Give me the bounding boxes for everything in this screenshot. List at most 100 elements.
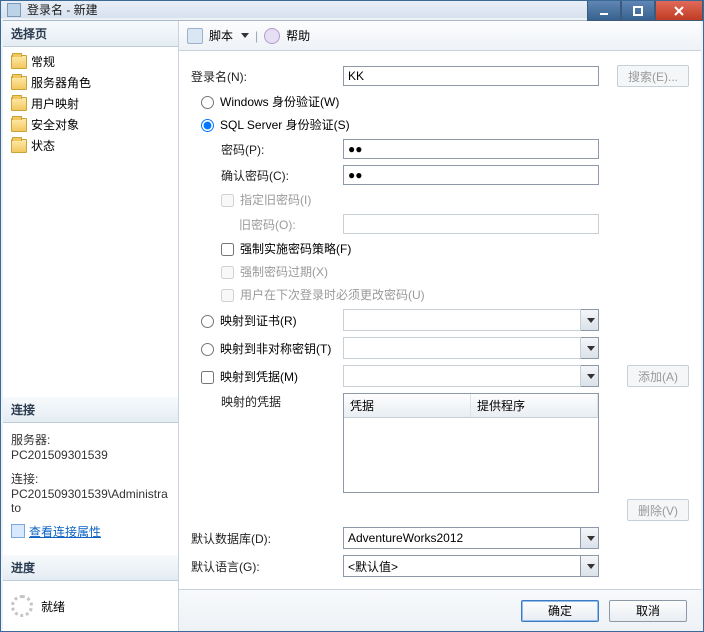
connection-value: PC201509301539\Administrato xyxy=(11,487,170,515)
map-cred-checkbox[interactable]: 映射到凭据(M) xyxy=(201,368,343,385)
minimize-button[interactable] xyxy=(587,1,621,21)
dialog-footer: 确定 取消 xyxy=(179,589,701,631)
main-pane: 脚本 | 帮助 登录名(N): 搜索(E)... Windows 身份验证(W)… xyxy=(179,21,701,631)
map-cert-label: 映射到证书(R) xyxy=(220,314,297,328)
chevron-down-icon[interactable] xyxy=(581,527,599,549)
grid-col-credential: 凭据 xyxy=(344,394,471,417)
close-button[interactable] xyxy=(655,1,703,21)
mapped-creds-label: 映射的凭据 xyxy=(191,393,343,410)
sidebar-item-user-mapping[interactable]: 用户映射 xyxy=(5,93,176,114)
sql-auth-label: SQL Server 身份验证(S) xyxy=(220,118,350,132)
toolbar: 脚本 | 帮助 xyxy=(179,21,701,51)
default-lang-combo[interactable] xyxy=(343,555,599,577)
progress-spinner-icon xyxy=(11,595,33,617)
window-body: 选择页 常规 服务器角色 用户映射 安全对象 状态 连接 服务器: PC2015… xyxy=(3,20,701,631)
map-cred-combo[interactable] xyxy=(343,365,599,387)
chevron-down-icon[interactable] xyxy=(581,337,599,359)
confirm-password-input[interactable] xyxy=(343,165,599,185)
add-button: 添加(A) xyxy=(627,365,689,387)
connection-header: 连接 xyxy=(3,397,178,423)
sidebar-item-status[interactable]: 状态 xyxy=(5,135,176,156)
sidebar-item-label: 常规 xyxy=(31,53,55,70)
form-area: 登录名(N): 搜索(E)... Windows 身份验证(W) SQL Ser… xyxy=(179,51,701,589)
page-icon xyxy=(11,118,27,132)
default-lang-value[interactable] xyxy=(343,555,581,577)
map-asym-label: 映射到非对称密钥(T) xyxy=(220,342,331,356)
script-button[interactable]: 脚本 xyxy=(209,27,233,44)
server-label: 服务器: xyxy=(11,431,170,448)
map-cert-combo-input xyxy=(343,309,581,331)
sidebar-item-general[interactable]: 常规 xyxy=(5,51,176,72)
default-db-combo[interactable] xyxy=(343,527,599,549)
titlebar[interactable]: 登录名 - 新建 xyxy=(1,1,703,18)
enforce-policy-label: 强制实施密码策略(F) xyxy=(240,242,351,256)
mapped-creds-grid[interactable]: 凭据 提供程序 xyxy=(343,393,599,493)
progress-status: 就绪 xyxy=(41,598,65,615)
page-icon xyxy=(11,76,27,90)
map-asym-combo-input xyxy=(343,337,581,359)
must-change-label: 用户在下次登录时必须更改密码(U) xyxy=(240,288,425,302)
link-text: 查看连接属性 xyxy=(29,523,101,540)
old-password-label: 旧密码(O): xyxy=(191,216,343,233)
properties-icon xyxy=(11,524,25,538)
sidebar-item-label: 服务器角色 xyxy=(31,74,91,91)
search-button[interactable]: 搜索(E)... xyxy=(617,65,689,87)
help-button[interactable]: 帮助 xyxy=(286,27,310,44)
window-icon xyxy=(7,3,21,17)
password-input[interactable] xyxy=(343,139,599,159)
chevron-down-icon[interactable] xyxy=(581,309,599,331)
sql-auth-radio[interactable]: SQL Server 身份验证(S) xyxy=(201,116,350,133)
chevron-down-icon[interactable] xyxy=(581,365,599,387)
must-change-checkbox: 用户在下次登录时必须更改密码(U) xyxy=(221,286,425,303)
window-buttons xyxy=(587,1,703,21)
progress-section: 就绪 xyxy=(3,581,178,631)
specify-old-label: 指定旧密码(I) xyxy=(240,193,311,207)
old-password-input xyxy=(343,214,599,234)
script-dropdown-caret-icon[interactable] xyxy=(241,33,249,38)
login-name-label: 登录名(N): xyxy=(191,68,343,85)
default-db-value[interactable] xyxy=(343,527,581,549)
connection-section: 服务器: PC201509301539 连接: PC201509301539\A… xyxy=(3,423,178,546)
cancel-button[interactable]: 取消 xyxy=(609,600,687,622)
login-new-window: 登录名 - 新建 选择页 常规 服务器角色 用户映射 安全对象 状态 连接 服务… xyxy=(0,0,704,632)
confirm-password-label: 确认密码(C): xyxy=(191,167,343,184)
sidebar-item-label: 安全对象 xyxy=(31,116,79,133)
remove-button: 删除(V) xyxy=(627,499,689,521)
enforce-policy-checkbox[interactable]: 强制实施密码策略(F) xyxy=(221,240,351,257)
enforce-expire-label: 强制密码过期(X) xyxy=(240,265,328,279)
map-cert-radio[interactable]: 映射到证书(R) xyxy=(201,312,343,329)
login-name-input[interactable] xyxy=(343,66,599,86)
map-asym-radio[interactable]: 映射到非对称密钥(T) xyxy=(201,340,343,357)
view-connection-properties-link[interactable]: 查看连接属性 xyxy=(11,523,101,540)
select-page-header: 选择页 xyxy=(3,21,178,47)
specify-old-password-checkbox: 指定旧密码(I) xyxy=(221,191,311,208)
maximize-button[interactable] xyxy=(621,1,655,21)
window-title: 登录名 - 新建 xyxy=(27,1,98,18)
chevron-down-icon[interactable] xyxy=(581,555,599,577)
page-icon xyxy=(11,97,27,111)
page-icon xyxy=(11,139,27,153)
windows-auth-radio[interactable]: Windows 身份验证(W) xyxy=(201,93,339,110)
map-cred-label: 映射到凭据(M) xyxy=(220,370,298,384)
map-cred-combo-input xyxy=(343,365,581,387)
sidebar-item-securables[interactable]: 安全对象 xyxy=(5,114,176,135)
sidebar-item-label: 状态 xyxy=(31,137,55,154)
page-icon xyxy=(11,55,27,69)
windows-auth-label: Windows 身份验证(W) xyxy=(220,95,339,109)
default-lang-label: 默认语言(G): xyxy=(191,558,343,575)
help-icon xyxy=(264,28,280,44)
default-db-label: 默认数据库(D): xyxy=(191,530,343,547)
sidebar-item-label: 用户映射 xyxy=(31,95,79,112)
grid-header: 凭据 提供程序 xyxy=(344,394,598,418)
script-icon xyxy=(187,28,203,44)
password-label: 密码(P): xyxy=(191,141,343,158)
enforce-expire-checkbox: 强制密码过期(X) xyxy=(221,263,328,280)
server-value: PC201509301539 xyxy=(11,448,170,462)
connection-label: 连接: xyxy=(11,470,170,487)
map-cert-combo[interactable] xyxy=(343,309,599,331)
map-asym-combo[interactable] xyxy=(343,337,599,359)
progress-header: 进度 xyxy=(3,555,178,581)
sidebar-item-server-roles[interactable]: 服务器角色 xyxy=(5,72,176,93)
grid-col-provider: 提供程序 xyxy=(471,394,598,417)
ok-button[interactable]: 确定 xyxy=(521,600,599,622)
